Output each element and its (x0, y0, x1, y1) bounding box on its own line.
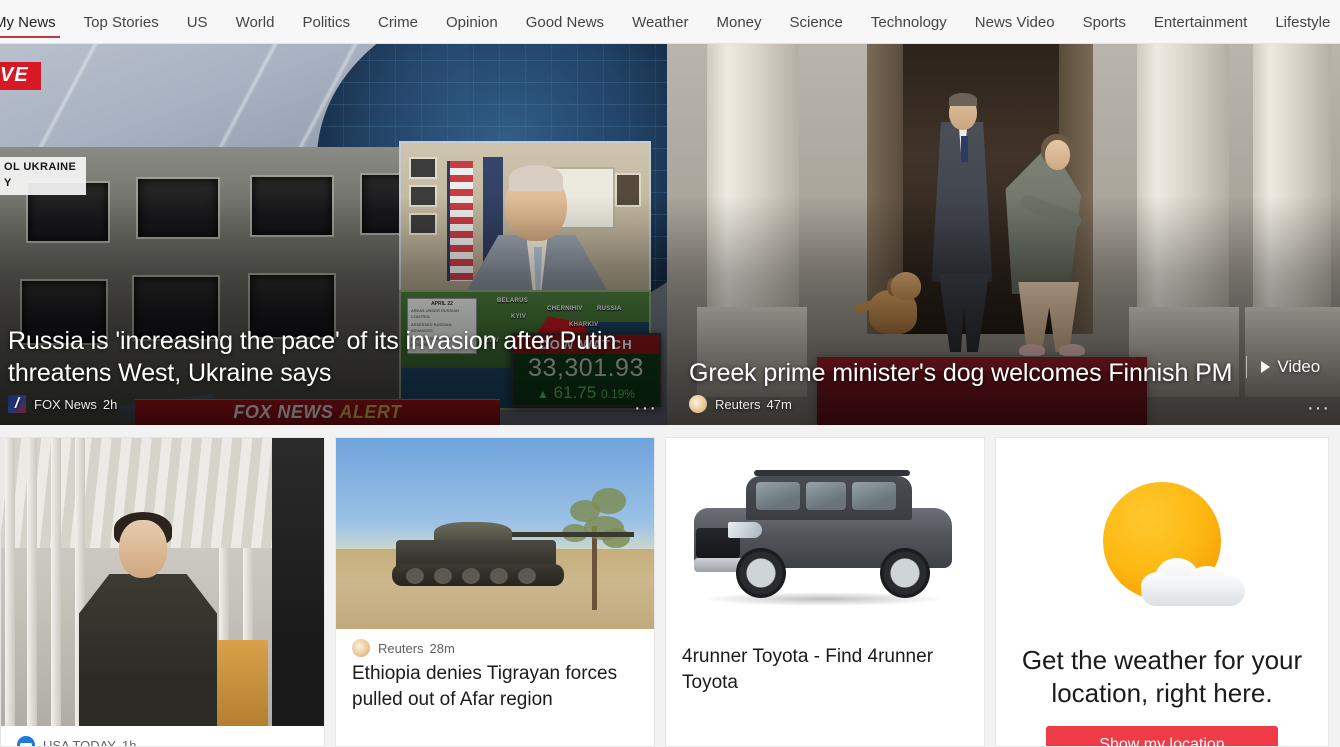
usa-today-logo-icon (17, 736, 35, 746)
nav-item-weather[interactable]: Weather (618, 0, 702, 43)
card-2-thumbnail (336, 438, 654, 629)
lower-third-line-1: OL UKRAINE (4, 161, 77, 173)
video-indicator[interactable]: Video (1246, 356, 1320, 378)
card-2-headline[interactable]: Ethiopia denies Tigrayan forces pulled o… (352, 661, 640, 712)
nav-item-good-news[interactable]: Good News (512, 0, 618, 43)
ad-image (666, 438, 984, 634)
weather-promo-headline: Get the weather for your location, right… (1021, 645, 1303, 708)
hero-right-time: 47m (766, 396, 792, 412)
card-2-time: 28m (429, 640, 455, 656)
nav-item-politics[interactable]: Politics (288, 0, 364, 43)
card-1-time: 1h (121, 737, 137, 747)
hero-left-time: 2h (102, 396, 118, 412)
nav-item-label: Opinion (445, 13, 498, 31)
hero-card-russia-invasion[interactable]: BELARUS RUSSIA KYIV CHERNIHIV KHARKIV KR… (0, 44, 667, 425)
nav-item-label: Weather (632, 13, 689, 31)
map-legend-title: APRIL 22 (431, 301, 453, 307)
nav-item-top-stories[interactable]: Top Stories (70, 0, 173, 43)
fox-news-logo-icon (8, 395, 26, 413)
map-legend-line: AREAS UNDER RUSSIAN CONTROL (411, 308, 459, 319)
hero-stories-row: BELARUS RUSSIA KYIV CHERNIHIV KHARKIV KR… (0, 44, 1340, 425)
nav-item-label: Science (789, 13, 843, 31)
card-1-source: USA TODAY (43, 737, 116, 747)
nav-item-label: US (186, 13, 208, 31)
broadcast-lower-third: OL UKRAINE Y (0, 157, 87, 195)
nav-item-label: Good News (525, 13, 605, 31)
category-nav-bar[interactable]: My News Top Stories US World Politics Cr… (0, 0, 1340, 44)
card-1-body: USA TODAY 1h (1, 726, 324, 747)
nav-item-label: World (235, 13, 275, 31)
nav-item-us[interactable]: US (173, 0, 222, 43)
nav-item-science[interactable]: Science (776, 0, 857, 43)
hero-right-meta: Reuters 47m (689, 395, 1322, 413)
video-label: Video (1277, 357, 1321, 377)
hero-right-more-options-icon[interactable]: ··· (1307, 398, 1330, 418)
live-badge: VE (0, 62, 41, 90)
reuters-logo-icon (352, 639, 370, 657)
nav-item-label: Lifestyle (1275, 13, 1331, 31)
nav-item-label: News Video (974, 13, 1055, 31)
hero-left-source: FOX News (34, 396, 97, 412)
nav-item-opinion[interactable]: Opinion (432, 0, 512, 43)
lower-third-line-2: Y (4, 176, 12, 189)
story-card-ethiopia[interactable]: Reuters 28m Ethiopia denies Tigrayan for… (335, 437, 655, 747)
hero-card-greek-pm-dog[interactable]: Greek prime minister's dog welcomes Finn… (667, 44, 1340, 425)
hero-right-text: Greek prime minister's dog welcomes Finn… (667, 356, 1340, 425)
nav-item-label: Sports (1082, 13, 1126, 31)
ad-headline[interactable]: 4runner Toyota - Find 4runner Toyota (682, 644, 970, 695)
hero-right-headline-text[interactable]: Greek prime minister's dog welcomes Finn… (689, 359, 1233, 387)
card-1-thumbnail (1, 438, 324, 726)
hero-right-source: Reuters (715, 396, 761, 412)
reuters-logo-icon (689, 395, 707, 413)
nav-item-label: Crime (377, 13, 418, 31)
hero-left-meta: FOX News 2h (8, 395, 649, 413)
nav-item-sports[interactable]: Sports (1069, 0, 1140, 43)
ad-body: 4runner Toyota - Find 4runner Toyota (666, 634, 984, 707)
nav-item-technology[interactable]: Technology (857, 0, 961, 43)
card-2-meta: Reuters 28m (352, 639, 640, 657)
show-my-location-button[interactable]: Show my location (1046, 725, 1278, 746)
nav-item-label: Entertainment (1153, 13, 1248, 31)
weather-icon-wrap (996, 438, 1328, 644)
nav-item-label: Money (716, 13, 762, 31)
cloud-shape (1139, 552, 1247, 610)
sun-behind-cloud-icon (1103, 482, 1245, 606)
nav-item-my-news[interactable]: My News (0, 0, 70, 43)
nav-item-lifestyle[interactable]: Lifestyle (1261, 0, 1340, 43)
nav-item-label: Technology (870, 13, 947, 31)
ad-card-toyota-4runner[interactable]: 4runner Toyota - Find 4runner Toyota (665, 437, 985, 747)
nav-item-label: My News (0, 13, 56, 31)
hero-left-headline[interactable]: Russia is 'increasing the pace' of its i… (8, 325, 648, 389)
play-triangle-icon (1261, 361, 1271, 373)
nav-item-money[interactable]: Money (702, 0, 775, 43)
dog-figure (854, 272, 925, 334)
nav-item-world[interactable]: World (222, 0, 289, 43)
nav-item-crime[interactable]: Crime (364, 0, 432, 43)
nav-item-label: Politics (302, 13, 350, 31)
card-2-source: Reuters (378, 640, 424, 656)
story-cards-row: USA TODAY 1h Reuters 28m Ethiopia denies… (0, 437, 1340, 747)
card-1-meta: USA TODAY 1h (17, 736, 310, 747)
nav-item-entertainment[interactable]: Entertainment (1140, 0, 1261, 43)
nav-item-label: Top Stories (83, 13, 159, 31)
broadcast-guest-inset (399, 141, 651, 295)
story-card-usa-today[interactable]: USA TODAY 1h (0, 437, 325, 747)
nav-item-news-video[interactable]: News Video (961, 0, 1069, 43)
hero-right-headline: Greek prime minister's dog welcomes Finn… (689, 356, 1322, 389)
weather-promo-card[interactable]: Get the weather for your location, right… (995, 437, 1329, 747)
card-2-body: Reuters 28m Ethiopia denies Tigrayan for… (336, 629, 654, 724)
hero-left-more-options-icon[interactable]: ··· (634, 398, 657, 418)
hero-left-text: Russia is 'increasing the pace' of its i… (0, 325, 667, 425)
suv-illustration (694, 470, 952, 606)
